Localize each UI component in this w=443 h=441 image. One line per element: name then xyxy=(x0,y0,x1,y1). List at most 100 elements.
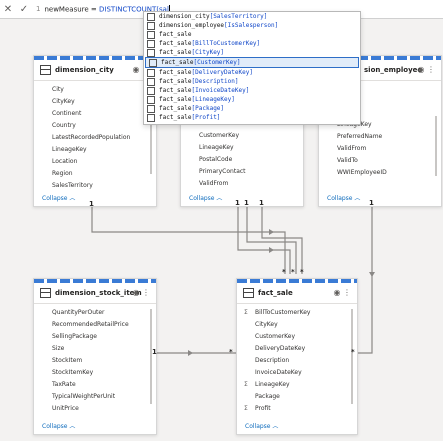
field-item[interactable]: ValidFrom xyxy=(181,178,303,190)
field-item[interactable]: UnitPrice xyxy=(34,403,156,415)
card-header: dimension_stock_item ◉ ⋮ xyxy=(34,283,156,304)
field-item[interactable]: StockItemKey xyxy=(34,367,156,379)
field-item[interactable]: QuantityPerOuter xyxy=(34,307,156,319)
field-item[interactable]: PrimaryContact xyxy=(181,166,303,178)
field-item[interactable]: Σ Profit xyxy=(237,403,357,415)
ac-column: [CustomerKey] xyxy=(193,59,241,66)
autocomplete-item[interactable]: fact_sale [DeliveryDateKey] xyxy=(144,68,360,77)
scrollbar[interactable] xyxy=(351,309,353,404)
table-icon xyxy=(147,30,155,39)
autocomplete-item[interactable]: dimension_employee [IsSalesperson] xyxy=(144,21,360,30)
visibility-icon[interactable]: ◉ xyxy=(132,65,139,74)
autocomplete-item[interactable]: fact_sale [Profit] xyxy=(144,113,360,122)
field-item[interactable]: PreferredName xyxy=(319,131,441,143)
field-item[interactable]: TypicalWeightPerUnit xyxy=(34,391,156,403)
more-options-icon[interactable]: ⋮ xyxy=(343,288,351,297)
field-item[interactable]: CityKey xyxy=(237,319,357,331)
field-item[interactable]: SellingPackage xyxy=(34,331,156,343)
field-item[interactable]: City xyxy=(34,84,156,96)
collapse-label: Collapse xyxy=(189,195,215,202)
autocomplete-dropdown: dimension_city [SalesTerritory] dimension… xyxy=(143,11,361,125)
visibility-icon[interactable]: ◉ xyxy=(333,288,340,297)
autocomplete-item[interactable]: fact_sale [InvoiceDateKey] xyxy=(144,86,360,95)
relationship-many-label: * xyxy=(300,268,304,276)
field-item[interactable]: PostalCode xyxy=(181,154,303,166)
card-title: dimension_city xyxy=(55,66,114,74)
field-item[interactable]: Package xyxy=(237,391,357,403)
field-item[interactable]: TaxRate xyxy=(34,379,156,391)
chevron-up-icon: ︿ xyxy=(69,195,76,202)
ac-table: fact_sale xyxy=(159,49,192,56)
more-options-icon[interactable]: ⋮ xyxy=(427,65,435,74)
ac-column: [Profit] xyxy=(191,114,221,121)
field-item[interactable]: Location xyxy=(34,156,156,168)
field-item[interactable]: ValidFrom xyxy=(319,143,441,155)
collapse-button[interactable]: Collapse ︿ xyxy=(42,193,75,202)
relationship-many-label: * xyxy=(229,348,233,356)
autocomplete-item-selected[interactable]: fact_sale [CustomerKey] xyxy=(145,57,359,68)
field-item[interactable]: LatestRecordedPopulation xyxy=(34,132,156,144)
scrollbar[interactable] xyxy=(150,309,152,404)
sigma-icon: Σ xyxy=(244,405,248,412)
field-item[interactable]: ValidTo xyxy=(319,155,441,167)
field-item[interactable]: Continent xyxy=(34,108,156,120)
autocomplete-item[interactable]: fact_sale [Package] xyxy=(144,104,360,113)
ac-table: dimension_city xyxy=(159,13,210,20)
autocomplete-item[interactable]: fact_sale xyxy=(144,30,360,39)
relationship-one-label: 1 xyxy=(244,199,249,207)
column-icon xyxy=(147,39,155,48)
field-item[interactable]: DeliveryDateKey xyxy=(237,343,357,355)
field-item[interactable]: CustomerKey xyxy=(237,331,357,343)
ac-table: dimension_employee xyxy=(159,22,225,29)
field-item[interactable]: InvoiceDateKey xyxy=(237,367,357,379)
ac-table: fact_sale xyxy=(159,114,192,121)
column-icon xyxy=(147,12,155,21)
autocomplete-item[interactable]: fact_sale [BillToCustomerKey] xyxy=(144,39,360,48)
card-field-list: QuantityPerOuter RecommendedRetailPrice … xyxy=(34,304,156,415)
field-item[interactable]: Size xyxy=(34,343,156,355)
field-item[interactable]: Description xyxy=(237,355,357,367)
field-item[interactable]: LineageKey xyxy=(34,144,156,156)
collapse-button[interactable]: Collapse ︿ xyxy=(245,421,278,430)
field-item[interactable]: Region xyxy=(34,168,156,180)
field-item[interactable]: RecommendedRetailPrice xyxy=(34,319,156,331)
field-item[interactable]: StockItem xyxy=(34,355,156,367)
field-item[interactable]: Σ LineageKey xyxy=(237,379,357,391)
field-item[interactable]: WWIEmployeeID xyxy=(319,167,441,179)
column-icon xyxy=(147,86,155,95)
autocomplete-item[interactable]: dimension_city [SalesTerritory] xyxy=(144,12,360,21)
card-field-list: City CityKey Continent Country LatestRec… xyxy=(34,81,156,192)
field-item[interactable]: CityKey xyxy=(34,96,156,108)
collapse-button[interactable]: Collapse ︿ xyxy=(189,193,222,202)
column-icon xyxy=(147,48,155,57)
more-options-icon[interactable]: ⋮ xyxy=(142,288,150,297)
chevron-up-icon: ︿ xyxy=(69,423,76,430)
table-card-dimension-city[interactable]: dimension_city ◉ ⋮ City CityKey Continen… xyxy=(33,55,157,207)
field-item[interactable]: LineageKey xyxy=(181,142,303,154)
card-actions: ◉ ⋮ xyxy=(417,65,435,74)
table-card-dimension-stock-item[interactable]: dimension_stock_item ◉ ⋮ QuantityPerOute… xyxy=(33,278,157,435)
relationship-one-label: 1 xyxy=(259,199,264,207)
field-item[interactable]: Country xyxy=(34,120,156,132)
autocomplete-item[interactable]: fact_sale [LineageKey] xyxy=(144,95,360,104)
ac-table: fact_sale xyxy=(159,69,192,76)
field-item[interactable]: Σ BillToCustomerKey xyxy=(237,307,357,319)
visibility-icon[interactable]: ◉ xyxy=(132,288,139,297)
visibility-icon[interactable]: ◉ xyxy=(417,65,424,74)
ac-column: [BillToCustomerKey] xyxy=(191,40,261,47)
column-icon xyxy=(147,104,155,113)
relationship-one-label: 1 xyxy=(89,200,94,208)
ac-column: [LineageKey] xyxy=(191,96,235,103)
field-item[interactable]: CustomerKey xyxy=(181,130,303,142)
table-icon xyxy=(40,288,51,298)
collapse-label: Collapse xyxy=(42,195,68,202)
autocomplete-item[interactable]: fact_sale [CityKey] xyxy=(144,48,360,57)
field-item[interactable]: SalesTerritory xyxy=(34,180,156,192)
autocomplete-item[interactable]: fact_sale [Description] xyxy=(144,77,360,86)
collapse-button[interactable]: Collapse ︿ xyxy=(42,421,75,430)
collapse-button[interactable]: Collapse ︿ xyxy=(327,193,360,202)
relationship-many-label: * xyxy=(291,268,295,276)
scrollbar[interactable] xyxy=(435,116,437,176)
table-card-fact-sale[interactable]: fact_sale ◉ ⋮ Σ BillToCustomerKey CityKey… xyxy=(236,278,358,435)
ac-table: fact_sale xyxy=(161,59,194,66)
